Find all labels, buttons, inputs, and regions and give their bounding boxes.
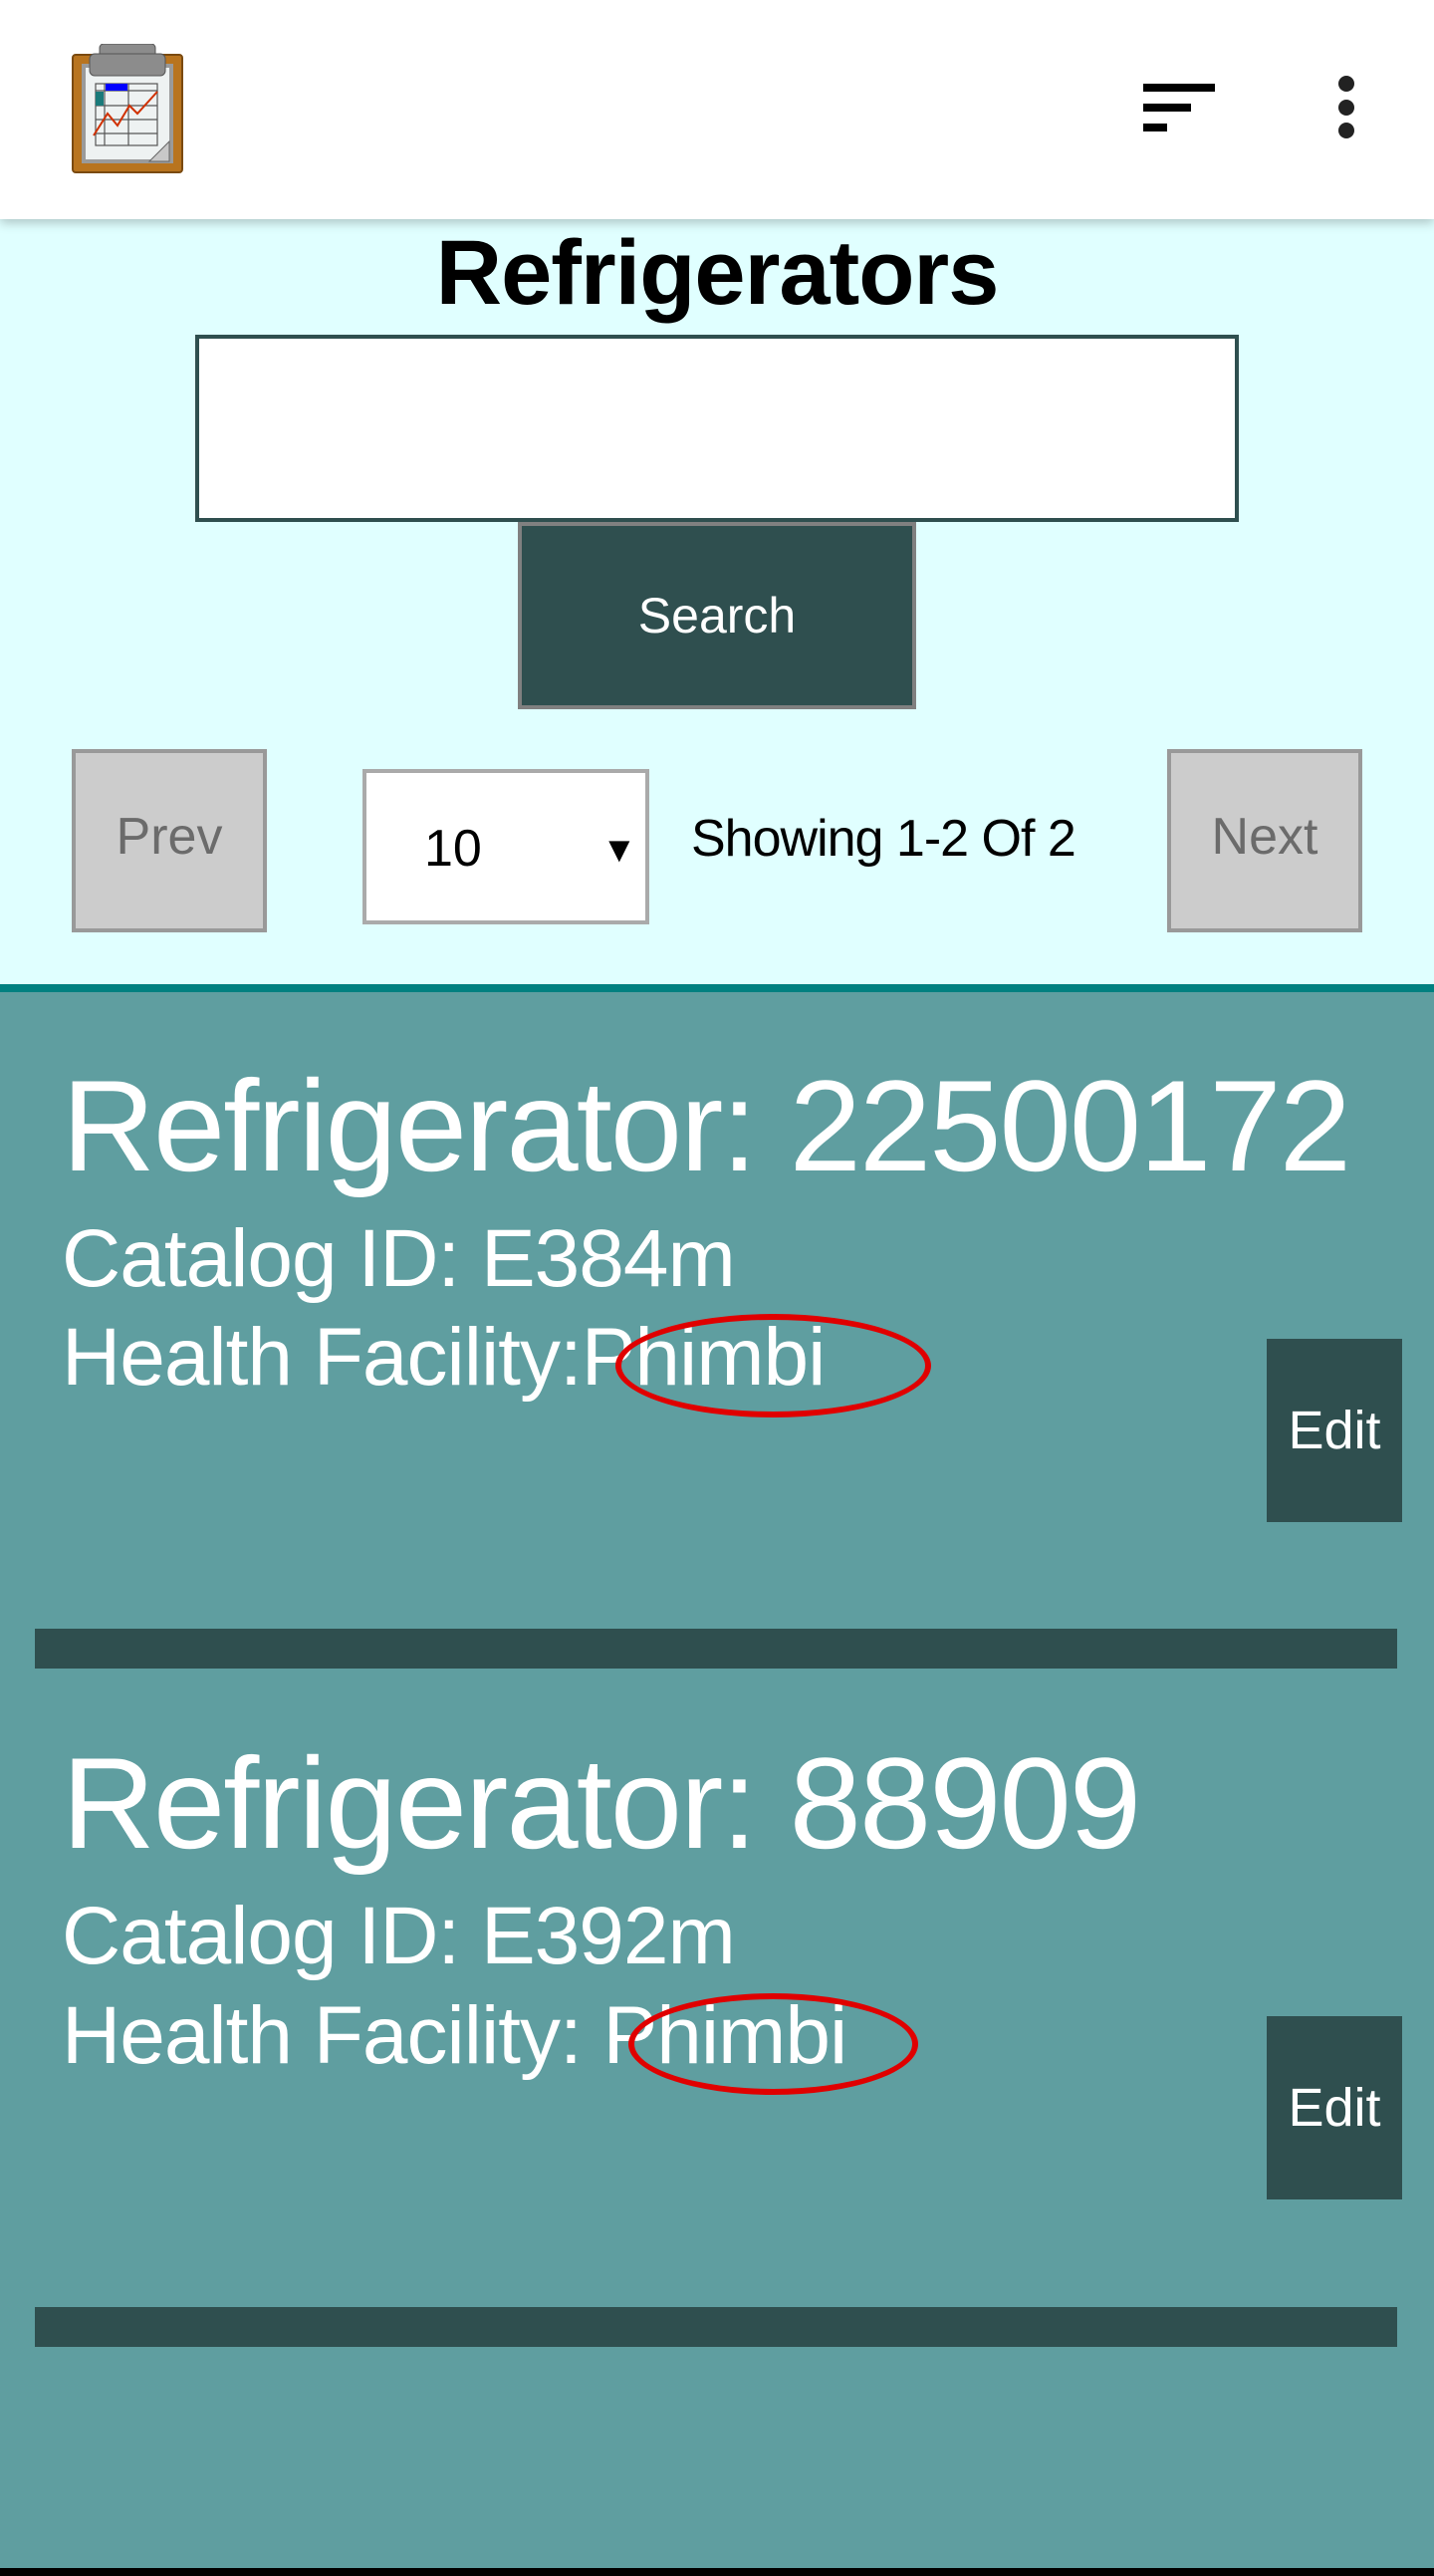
health-facility-label: Health Facility: [62,1312,583,1403]
health-facility-value: Phimbi [602,1990,848,2081]
app-header [0,0,1434,219]
catalog-id: Catalog ID: E392m [62,1891,736,1981]
edit-button[interactable]: Edit [1267,1339,1402,1522]
refrigerator-title: Refrigerator: 88909 [62,1730,1141,1876]
page-size-select[interactable]: 10 ▼ [362,769,649,924]
dropdown-arrow-icon: ▼ [601,829,637,870]
clipboard-chart-icon [72,43,183,173]
health-facility: Health Facility:Phimbi [62,1312,827,1404]
search-input[interactable] [195,335,1239,522]
sort-icon[interactable] [1135,74,1225,137]
system-nav-bar [0,2568,1434,2576]
card-divider [35,2307,1397,2347]
prev-button[interactable]: Prev [72,749,267,932]
refrigerator-card: Refrigerator: 22500172 Catalog ID: E384m… [0,992,1434,1670]
refrigerator-card: Refrigerator: 88909 Catalog ID: E392m He… [0,1670,1434,2347]
results-count: Showing 1-2 Of 2 [691,810,1076,868]
card-divider [35,1629,1397,1669]
page-title: Refrigerators [435,222,1000,324]
catalog-id: Catalog ID: E384m [62,1213,736,1304]
more-vert-icon[interactable] [1326,68,1366,147]
next-button[interactable]: Next [1167,749,1362,932]
health-facility: Health Facility: Phimbi [62,1990,848,2082]
refrigerator-title: Refrigerator: 22500172 [62,1053,1351,1198]
edit-button[interactable]: Edit [1267,2016,1402,2199]
page-size-value: 10 [424,820,482,878]
search-button[interactable]: Search [518,522,916,709]
health-facility-value: Phimbi [581,1312,827,1403]
health-facility-label: Health Facility: [62,1990,603,2081]
panel-divider [0,984,1434,992]
